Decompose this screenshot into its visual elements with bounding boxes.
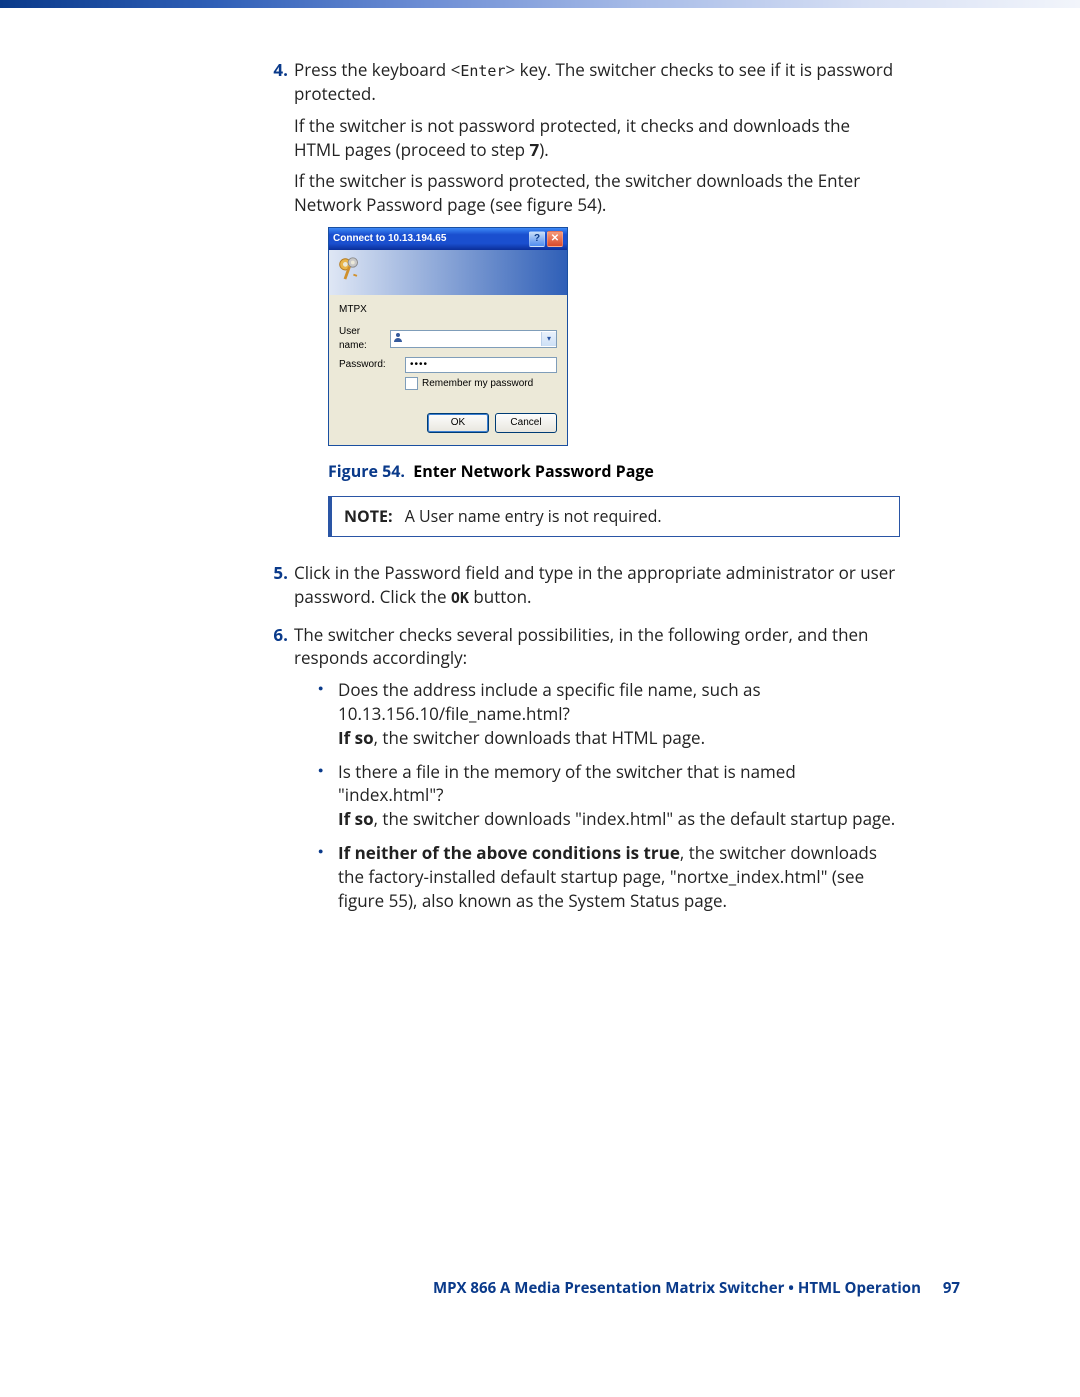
- dialog-titlebar: Connect to 10.13.194.65 ? ✕: [329, 228, 567, 250]
- person-icon: [391, 332, 405, 346]
- password-input[interactable]: [405, 357, 557, 373]
- enter-key: Enter: [460, 62, 505, 80]
- ok-button[interactable]: OK: [427, 413, 489, 433]
- username-row: User name: ▾: [339, 325, 557, 353]
- figure-caption: Figure 54. Enter Network Password Page: [328, 460, 900, 482]
- figure-text: Enter Network Password Page: [413, 460, 654, 482]
- page-top-strip: [0, 0, 1080, 8]
- remember-checkbox[interactable]: [405, 377, 418, 390]
- text: Click in the Password field and type in …: [294, 561, 895, 608]
- step-6-intro: The switcher checks several possibilitie…: [294, 623, 900, 671]
- content-area: 4. Press the keyboard <Enter> key. The s…: [260, 58, 900, 922]
- ok-keyword: OK: [451, 589, 469, 607]
- page-number: 97: [943, 1278, 960, 1298]
- if-so-label: If so: [338, 726, 374, 749]
- username-combo[interactable]: ▾: [390, 330, 557, 348]
- step-body: Press the keyboard <Enter> key. The swit…: [294, 58, 900, 555]
- step-number: 4.: [260, 58, 288, 555]
- connect-dialog: Connect to 10.13.194.65 ? ✕: [328, 227, 568, 446]
- username-label: User name:: [339, 325, 390, 353]
- password-row: Password:: [339, 357, 557, 373]
- footer-text: MPX 866 A Media Presentation Matrix Swit…: [433, 1278, 921, 1298]
- username-input[interactable]: [405, 333, 541, 344]
- note-box: NOTE: A User name entry is not required.: [328, 496, 900, 536]
- text: ).: [539, 138, 548, 161]
- text: Does the address include a specific file…: [338, 678, 761, 725]
- step-number: 6.: [260, 623, 288, 923]
- note-text: A User name entry is not required.: [405, 505, 662, 527]
- step-5: 5. Click in the Password field and type …: [260, 561, 900, 617]
- text: Press the keyboard <: [294, 58, 460, 81]
- step-5-line-1: Click in the Password field and type in …: [294, 561, 900, 609]
- step-6: 6. The switcher checks several possibili…: [260, 623, 900, 923]
- keys-icon: [335, 255, 365, 290]
- text: Is there a file in the memory of the swi…: [338, 760, 796, 807]
- close-icon[interactable]: ✕: [547, 231, 563, 247]
- text: , the switcher downloads that HTML page.: [374, 726, 705, 749]
- password-label: Password:: [339, 358, 405, 372]
- step-6-bullets: Does the address include a specific file…: [314, 678, 900, 912]
- page-footer: MPX 866 A Media Presentation Matrix Swit…: [433, 1278, 960, 1298]
- step-ref-7: 7: [530, 138, 540, 161]
- cancel-button[interactable]: Cancel: [495, 413, 557, 433]
- step-4-line-2: If the switcher is not password protecte…: [294, 114, 900, 162]
- dialog-title: Connect to 10.13.194.65: [333, 232, 527, 246]
- chevron-down-icon[interactable]: ▾: [541, 332, 556, 346]
- help-icon[interactable]: ?: [529, 231, 545, 247]
- text: If the switcher is not password protecte…: [294, 114, 850, 161]
- remember-row: Remember my password: [405, 377, 557, 391]
- note-label: NOTE:: [344, 505, 393, 527]
- text: button.: [469, 585, 531, 608]
- bullet-1: Does the address include a specific file…: [314, 678, 900, 749]
- dialog-buttons: OK Cancel: [339, 413, 557, 433]
- dialog-banner: [329, 250, 567, 295]
- bullet-3: If neither of the above conditions is tr…: [314, 841, 900, 912]
- bullet-2: Is there a file in the memory of the swi…: [314, 760, 900, 831]
- if-so-label: If so: [338, 807, 374, 830]
- figure-label: Figure 54.: [328, 460, 405, 482]
- text: , the switcher downloads "index.html" as…: [374, 807, 896, 830]
- dialog-section-label: MTPX: [339, 303, 557, 317]
- step-4: 4. Press the keyboard <Enter> key. The s…: [260, 58, 900, 555]
- remember-label: Remember my password: [422, 377, 533, 391]
- step-body: Click in the Password field and type in …: [294, 561, 900, 617]
- if-neither-label: If neither of the above conditions is tr…: [338, 841, 680, 864]
- step-4-line-1: Press the keyboard <Enter> key. The swit…: [294, 58, 900, 106]
- step-number: 5.: [260, 561, 288, 617]
- step-4-line-3: If the switcher is password protected, t…: [294, 169, 900, 217]
- dialog-body: MTPX User name: ▾: [329, 295, 567, 445]
- step-body: The switcher checks several possibilitie…: [294, 623, 900, 923]
- document-page: 4. Press the keyboard <Enter> key. The s…: [0, 8, 1080, 1338]
